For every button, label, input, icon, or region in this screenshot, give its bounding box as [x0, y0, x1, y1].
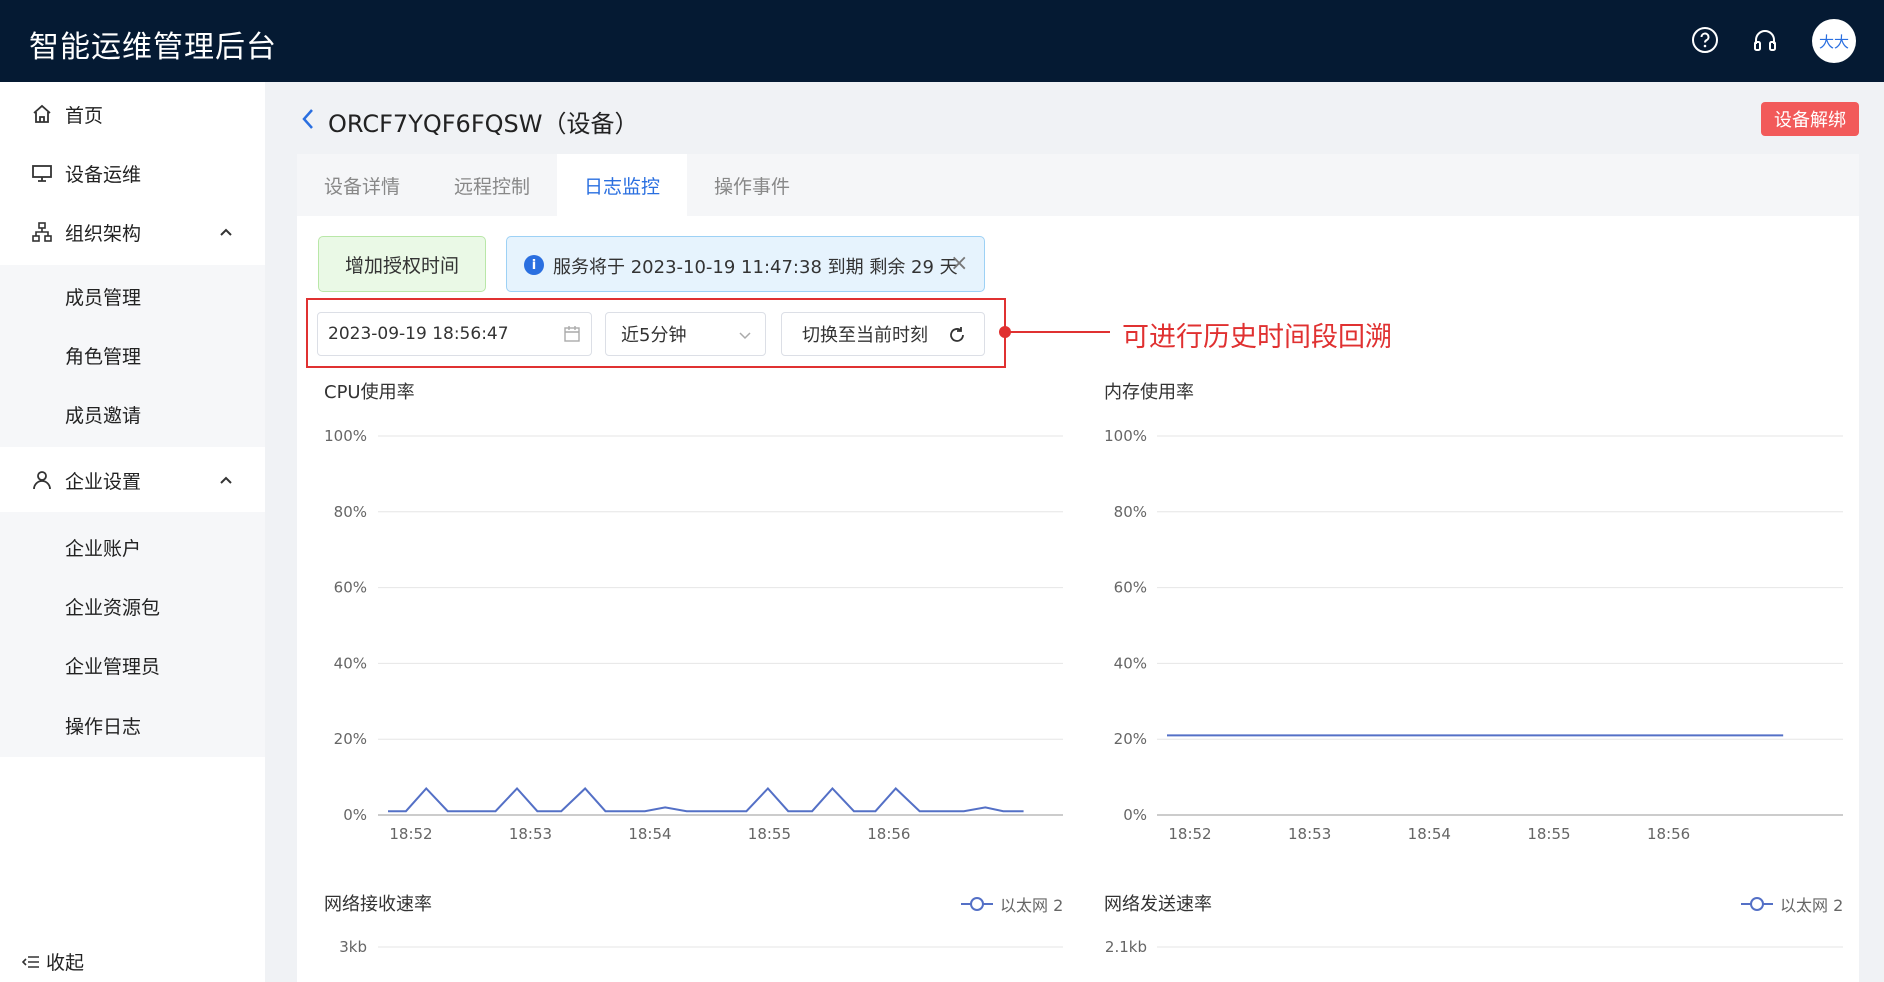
legend-label: 以太网 2	[1780, 896, 1844, 915]
legend-line-marker-icon	[961, 897, 993, 911]
y-tick-label: 2.1kb	[1105, 938, 1147, 956]
legend-line-marker-icon	[1741, 897, 1773, 911]
net-send-legend[interactable]: 以太网 2	[1740, 892, 1843, 916]
legend-label: 以太网 2	[1000, 896, 1064, 915]
net-send-chart: 2.1kb	[1105, 938, 1843, 956]
net-recv-legend[interactable]: 以太网 2	[960, 892, 1063, 916]
